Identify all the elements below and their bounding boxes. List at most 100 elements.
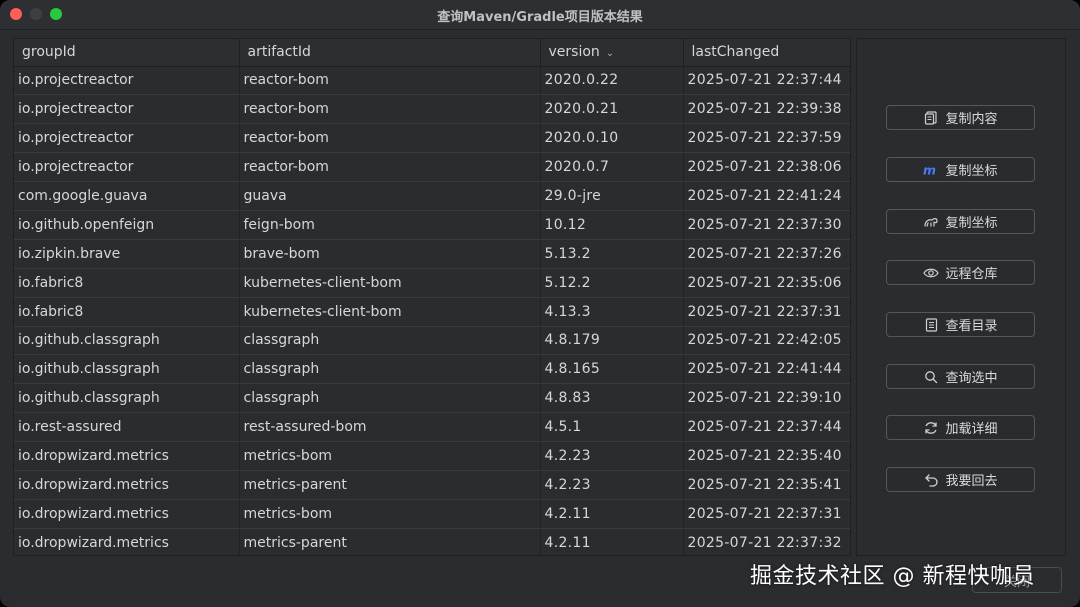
cell-artifactid: kubernetes-client-bom xyxy=(239,297,541,327)
window-title: 查询Maven/Gradle项目版本结果 xyxy=(437,10,643,25)
cell-version: 2020.0.22 xyxy=(540,66,684,96)
table-row[interactable]: io.github.classgraph classgraph 4.8.165 202… xyxy=(14,354,850,385)
action-button-label: 查看目录 xyxy=(945,319,998,334)
action-button-label: 复制内容 xyxy=(945,112,998,127)
table-row[interactable]: io.projectreactor reactor-bom 2020.0.21 202… xyxy=(14,94,850,125)
sort-descending-icon: ⌄ xyxy=(605,48,615,60)
table-row[interactable]: io.dropwizard.metrics metrics-bom 4.2.11 20… xyxy=(14,499,850,529)
column-header-lastchanged[interactable]: lastChanged xyxy=(683,39,850,67)
cell-lastchanged: 2025-07-21 22:39:10 xyxy=(683,383,850,414)
cell-version: 2020.0.21 xyxy=(540,94,684,125)
cell-lastchanged: 2025-07-21 22:38:06 xyxy=(683,152,850,183)
title-bar: 查询Maven/Gradle项目版本结果 xyxy=(0,0,1080,30)
query-selected-button[interactable]: 查询选中 xyxy=(886,364,1035,389)
column-header-artifactid[interactable]: artifactId xyxy=(239,39,541,67)
cell-groupid: io.dropwizard.metrics xyxy=(14,499,240,529)
action-button-label: 远程仓库 xyxy=(945,267,998,282)
table-row[interactable]: io.fabric8 kubernetes-client-bom 4.13.3 202… xyxy=(14,297,850,327)
table-row[interactable]: com.google.guava guava 29.0-jre 2025-07-21 … xyxy=(14,181,850,211)
load-details-button[interactable]: 加载详细 xyxy=(886,415,1035,440)
cell-groupid: io.github.classgraph xyxy=(14,354,240,385)
remote-repository-button[interactable]: 远程仓库 xyxy=(886,260,1035,285)
svg-text:m: m xyxy=(923,163,936,177)
table-row[interactable]: io.dropwizard.metrics metrics-parent 4.2.2… xyxy=(14,470,850,500)
copy-gradle-coordinates-button[interactable]: 复制坐标 xyxy=(886,209,1035,234)
cell-version: 5.12.2 xyxy=(540,268,684,298)
table-row[interactable]: io.projectreactor reactor-bom 2020.0.7 2025… xyxy=(14,152,850,183)
cell-groupid: io.rest-assured xyxy=(14,412,240,443)
cell-artifactid: reactor-bom xyxy=(239,94,541,125)
cell-artifactid: reactor-bom xyxy=(239,66,541,96)
cell-version: 4.2.11 xyxy=(540,499,684,529)
action-button-label: 查询选中 xyxy=(945,371,998,386)
cell-groupid: io.projectreactor xyxy=(14,152,240,183)
table-row[interactable]: io.github.classgraph classgraph 4.8.179 202… xyxy=(14,326,850,356)
app-window: 查询Maven/Gradle项目版本结果 groupId artifactId … xyxy=(0,0,1080,607)
cell-artifactid: metrics-bom xyxy=(239,499,541,529)
table-row[interactable]: io.github.classgraph classgraph 4.8.83 2025… xyxy=(14,383,850,414)
cell-version: 2020.0.10 xyxy=(540,123,684,154)
cell-artifactid: reactor-bom xyxy=(239,152,541,183)
column-header-groupid[interactable]: groupId xyxy=(14,39,240,67)
actions-panel: 复制内容 m 复制坐标 复制坐标 远程仓库 查看目录 查询选中 加载详细 我要回去 xyxy=(856,38,1066,556)
cell-lastchanged: 2025-07-21 22:35:41 xyxy=(683,470,850,500)
cell-lastchanged: 2025-07-21 22:42:05 xyxy=(683,326,850,356)
eye-icon xyxy=(923,265,940,281)
cell-artifactid: guava xyxy=(239,181,541,211)
cell-artifactid: brave-bom xyxy=(239,239,541,269)
cell-groupid: io.zipkin.brave xyxy=(14,239,240,269)
table-row[interactable]: io.dropwizard.metrics metrics-parent 4.2.1… xyxy=(14,528,850,555)
cell-artifactid: reactor-bom xyxy=(239,123,541,154)
table-row[interactable]: io.zipkin.brave brave-bom 5.13.2 2025-07-21… xyxy=(14,239,850,269)
table-row[interactable]: io.projectreactor reactor-bom 2020.0.22 202… xyxy=(14,66,850,96)
cell-groupid: io.projectreactor xyxy=(14,66,240,96)
table-row[interactable]: io.github.openfeign feign-bom 10.12 2025-07… xyxy=(14,210,850,240)
table-header-row: groupId artifactId version ⌄ lastChanged xyxy=(14,39,850,67)
action-button-label: 复制坐标 xyxy=(945,216,998,231)
cell-groupid: io.fabric8 xyxy=(14,297,240,327)
refresh-icon xyxy=(923,420,939,436)
cell-lastchanged: 2025-07-21 22:37:59 xyxy=(683,123,850,154)
cell-lastchanged: 2025-07-21 22:41:24 xyxy=(683,181,850,211)
table-row[interactable]: io.projectreactor reactor-bom 2020.0.10 202… xyxy=(14,123,850,154)
column-header-version[interactable]: version ⌄ xyxy=(540,39,684,67)
table-row[interactable]: io.rest-assured rest-assured-bom 4.5.1 2025… xyxy=(14,412,850,443)
cell-version: 4.13.3 xyxy=(540,297,684,327)
maven-icon: m xyxy=(923,162,939,178)
cell-artifactid: classgraph xyxy=(239,354,541,385)
cell-artifactid: rest-assured-bom xyxy=(239,412,541,443)
cell-artifactid: classgraph xyxy=(239,383,541,414)
cell-groupid: io.projectreactor xyxy=(14,123,240,154)
cell-lastchanged: 2025-07-21 22:35:06 xyxy=(683,268,850,298)
cell-version: 4.2.23 xyxy=(540,441,684,471)
cell-lastchanged: 2025-07-21 22:37:30 xyxy=(683,210,850,240)
watermark-text: 掘金技术社区 @ 新程快咖员 xyxy=(750,564,1035,589)
cell-artifactid: classgraph xyxy=(239,326,541,356)
cell-lastchanged: 2025-07-21 22:37:44 xyxy=(683,66,850,96)
document-icon xyxy=(923,317,939,333)
cell-lastchanged: 2025-07-21 22:35:40 xyxy=(683,441,850,471)
cell-artifactid: metrics-parent xyxy=(239,528,541,555)
cell-version: 5.13.2 xyxy=(540,239,684,269)
table-row[interactable]: io.fabric8 kubernetes-client-bom 5.12.2 202… xyxy=(14,268,850,298)
view-directory-button[interactable]: 查看目录 xyxy=(886,312,1035,337)
copy-maven-coordinates-button[interactable]: m 复制坐标 xyxy=(886,157,1035,182)
copy-icon xyxy=(923,110,939,126)
search-icon xyxy=(923,369,939,385)
cell-version: 2020.0.7 xyxy=(540,152,684,183)
cell-artifactid: kubernetes-client-bom xyxy=(239,268,541,298)
action-button-label: 复制坐标 xyxy=(945,164,998,179)
cell-lastchanged: 2025-07-21 22:39:38 xyxy=(683,94,850,125)
copy-content-button[interactable]: 复制内容 xyxy=(886,105,1035,130)
table-row[interactable]: io.dropwizard.metrics metrics-bom 4.2.23 20… xyxy=(14,441,850,471)
cell-groupid: io.github.classgraph xyxy=(14,326,240,356)
cell-version: 4.8.83 xyxy=(540,383,684,414)
gradle-icon xyxy=(923,214,939,230)
cell-lastchanged: 2025-07-21 22:37:31 xyxy=(683,297,850,327)
cell-artifactid: feign-bom xyxy=(239,210,541,240)
cell-version: 4.8.179 xyxy=(540,326,684,356)
cell-version: 4.5.1 xyxy=(540,412,684,443)
cell-groupid: io.fabric8 xyxy=(14,268,240,298)
undo-icon xyxy=(923,472,939,488)
go-back-button[interactable]: 我要回去 xyxy=(886,467,1035,492)
